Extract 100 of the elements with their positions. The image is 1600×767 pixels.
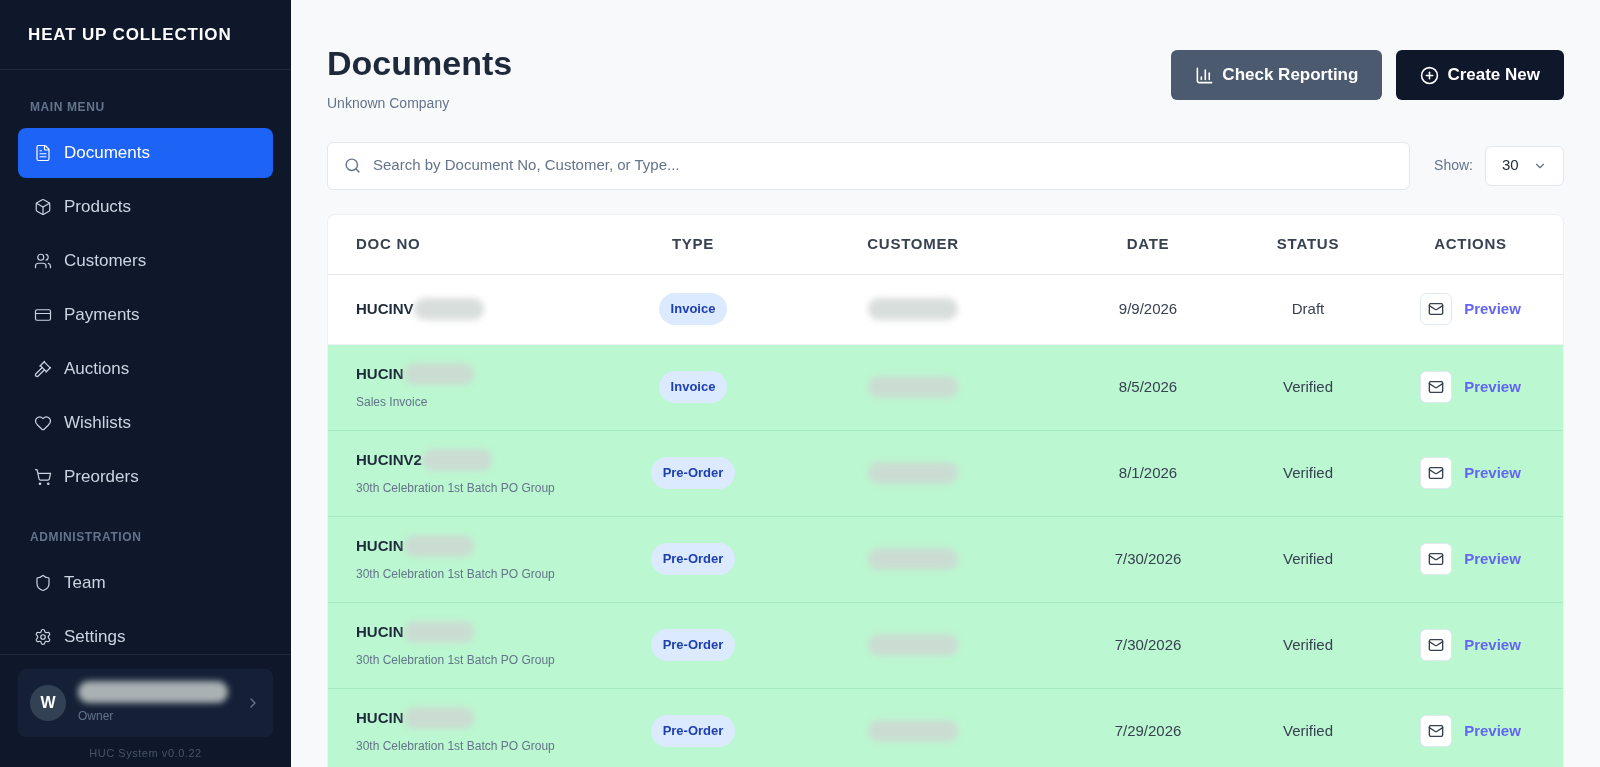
doc-number: HUCIN [356, 707, 404, 728]
doc-note: 30th Celebration 1st Batch PO Group [356, 480, 556, 498]
page-size-select[interactable]: 30 [1485, 145, 1564, 186]
status-text: Verified [1282, 378, 1333, 395]
table-row[interactable]: HUCIN 30th Celebration 1st Batch PO Group Pre-Order 7/29/2026 Verified Preview [328, 688, 1563, 767]
nav-item[interactable]: Customers [18, 236, 273, 286]
mail-icon [1428, 301, 1445, 317]
search-bar[interactable]: Search by Document No, Customer, or Type... [327, 141, 1411, 190]
doc-number: HUCIN [356, 621, 404, 642]
mail-icon [1428, 551, 1445, 567]
type-badge: Invoice [658, 293, 728, 325]
cart-icon [34, 468, 52, 486]
nav-item[interactable]: Payments [18, 290, 273, 340]
type-badge: Pre-Order [650, 715, 736, 747]
brand-title: HEAT UP COLLECTION [28, 23, 232, 46]
box-icon [34, 198, 52, 216]
nav-item[interactable]: Documents [18, 128, 273, 178]
user-role: Owner [78, 707, 115, 725]
nav-item[interactable]: Preorders [18, 452, 273, 502]
status-text: Verified [1282, 722, 1333, 739]
search-field[interactable]: Search by Document No, Customer, or Type... [373, 154, 1394, 177]
mail-icon [1428, 637, 1445, 653]
nav-item[interactable]: Products [18, 182, 273, 232]
type-badge: Invoice [658, 371, 728, 403]
nav-item[interactable]: Wishlists [18, 398, 273, 448]
preview-link[interactable]: Preview [1464, 633, 1521, 657]
search-icon [344, 157, 361, 174]
report-button[interactable]: Check Reporting [1171, 50, 1383, 100]
email-button[interactable] [1420, 457, 1453, 489]
date-text: 8/5/2026 [1118, 378, 1178, 395]
date-text: 7/30/2026 [1114, 636, 1182, 653]
document-icon [34, 144, 52, 162]
table-row[interactable]: HUCIN Sales Invoice Invoice 8/5/2026 Verified Preview [328, 344, 1563, 431]
email-button[interactable] [1420, 371, 1453, 403]
redacted-blur [413, 298, 484, 320]
date-text: 7/30/2026 [1114, 550, 1182, 567]
email-button[interactable] [1420, 293, 1453, 325]
preview-link[interactable]: Preview [1464, 375, 1521, 399]
doc-number: HUCIN [356, 535, 404, 556]
status-text: Draft [1291, 300, 1325, 317]
type-badge: Pre-Order [650, 629, 736, 661]
column-header: STATUS [1276, 235, 1340, 252]
section-heading: ADMINISTRATION [29, 529, 143, 546]
mail-icon [1428, 465, 1445, 481]
table-row[interactable]: HUCIN 30th Celebration 1st Batch PO Group Pre-Order 7/30/2026 Verified Preview [328, 602, 1563, 689]
email-button[interactable] [1420, 629, 1453, 661]
section-heading: MAIN MENU [29, 99, 106, 116]
create-button[interactable]: Create New [1396, 50, 1564, 100]
preview-link[interactable]: Preview [1464, 297, 1521, 321]
type-badge: Pre-Order [650, 457, 736, 489]
column-header: DATE [1126, 235, 1170, 252]
heart-icon [34, 414, 52, 432]
redacted-blur [421, 449, 492, 471]
mail-icon [1428, 723, 1445, 739]
date-text: 9/9/2026 [1118, 300, 1178, 317]
page-title: Documents [327, 43, 513, 84]
card-icon [34, 306, 52, 324]
bar-chart-icon [1195, 65, 1215, 85]
column-header: DOC NO [356, 235, 421, 252]
doc-number: HUCIN [356, 363, 404, 384]
status-text: Verified [1282, 464, 1333, 481]
version-text: HUC System v0.0.22 [88, 745, 203, 761]
shield-icon [34, 574, 52, 592]
type-badge: Pre-Order [650, 543, 736, 575]
user-card[interactable]: W Owner [18, 668, 273, 737]
page-subtitle: Unknown Company [327, 93, 451, 113]
preview-link[interactable]: Preview [1464, 461, 1521, 485]
nav-item[interactable]: Settings [18, 612, 273, 654]
settings-icon [34, 628, 52, 646]
doc-note: Sales Invoice [356, 394, 429, 412]
mail-icon [1428, 379, 1445, 395]
doc-note: 30th Celebration 1st Batch PO Group [356, 738, 556, 756]
doc-note: 30th Celebration 1st Batch PO Group [356, 652, 556, 670]
date-text: 8/1/2026 [1118, 464, 1178, 481]
gavel-icon [34, 360, 52, 378]
show-label: Show: [1434, 156, 1473, 175]
table-row[interactable]: HUCINV2 30th Celebration 1st Batch PO Group Pre-Order 8/1/2026 Verified Preview [328, 430, 1563, 517]
doc-number: HUCINV [356, 298, 414, 319]
doc-number: HUCINV2 [356, 449, 422, 470]
plus-circle-icon [1420, 65, 1440, 85]
redacted-blur [403, 621, 474, 643]
users-icon [34, 252, 52, 270]
email-button[interactable] [1420, 543, 1453, 575]
redacted-blur [403, 363, 474, 385]
nav-item[interactable]: Team [18, 558, 273, 608]
user-avatar: W [30, 684, 66, 721]
date-text: 7/29/2026 [1114, 722, 1182, 739]
column-header: TYPE [671, 235, 715, 252]
redacted-blur [403, 707, 474, 729]
status-text: Verified [1282, 636, 1333, 653]
column-header: ACTIONS [1434, 235, 1507, 252]
redacted-blur [403, 535, 474, 557]
preview-link[interactable]: Preview [1464, 719, 1521, 743]
table-row[interactable]: HUCIN 30th Celebration 1st Batch PO Group Pre-Order 7/30/2026 Verified Preview [328, 516, 1563, 603]
doc-note: 30th Celebration 1st Batch PO Group [356, 566, 556, 584]
email-button[interactable] [1420, 715, 1453, 747]
nav-item[interactable]: Auctions [18, 344, 273, 394]
preview-link[interactable]: Preview [1464, 547, 1521, 571]
status-text: Verified [1282, 550, 1333, 567]
column-header: CUSTOMER [867, 235, 959, 252]
